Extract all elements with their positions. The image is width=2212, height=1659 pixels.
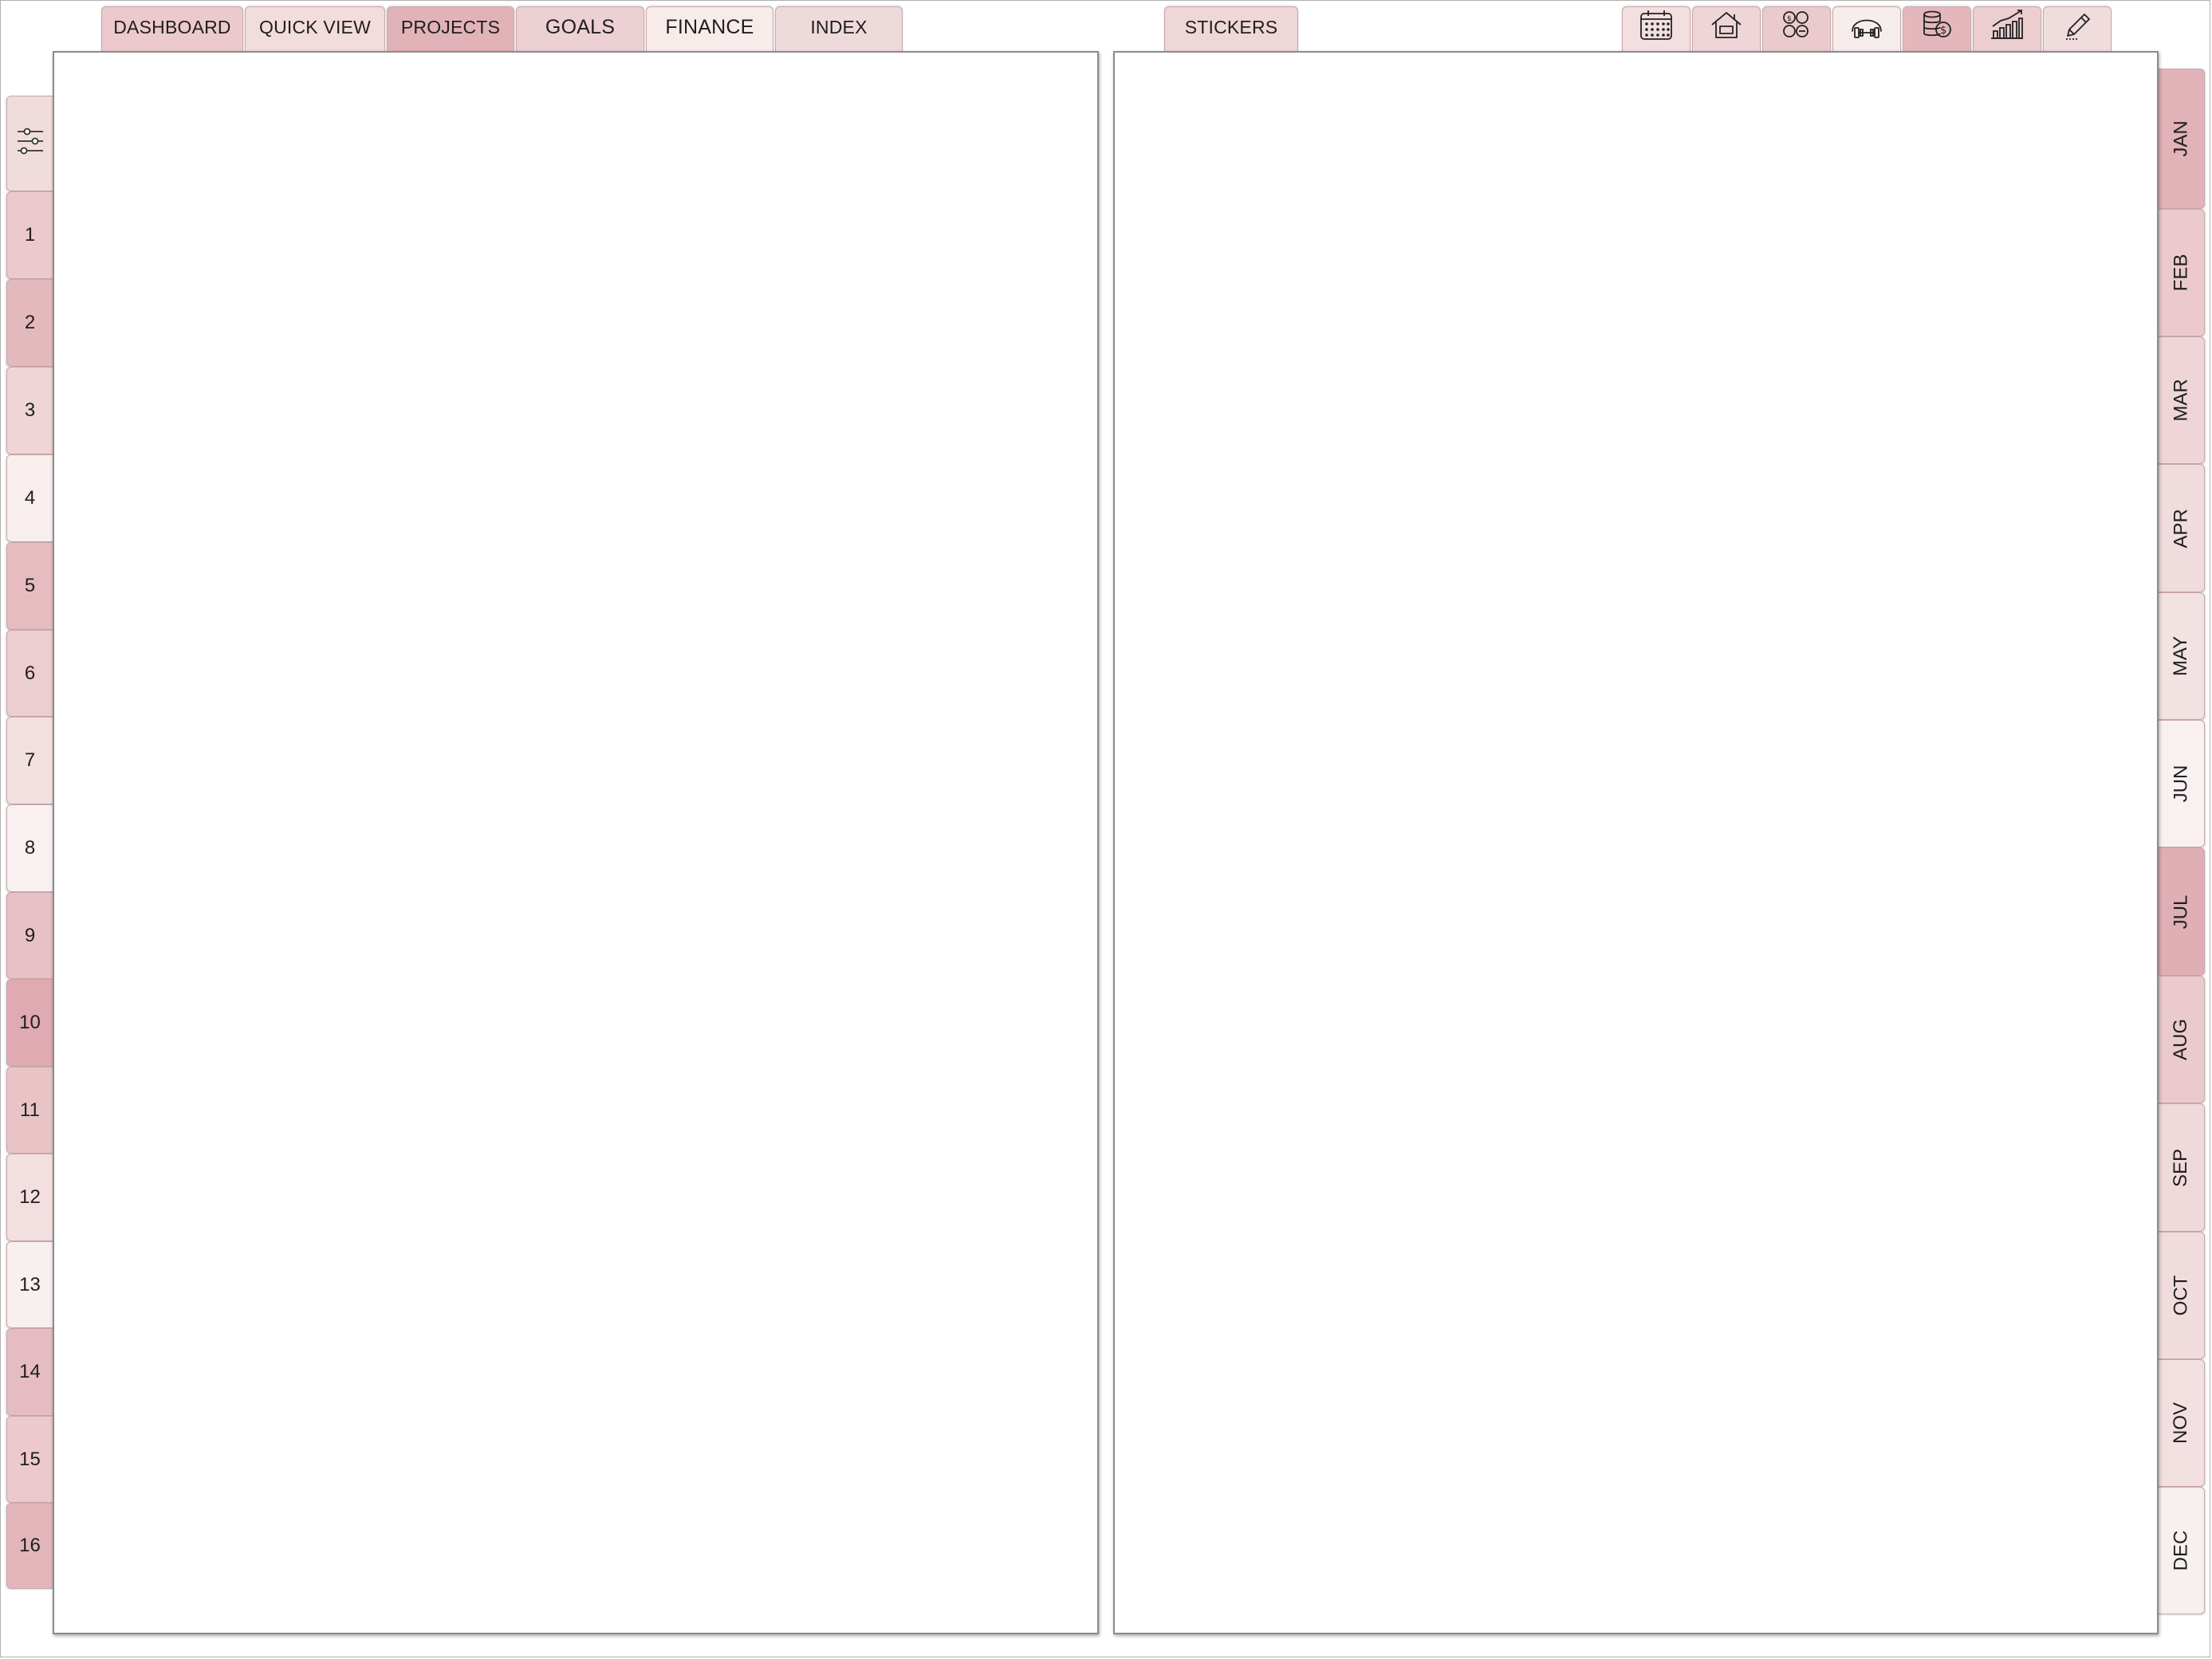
side-tab-8[interactable]: 8 — [6, 804, 53, 892]
month-tab-label: SEP — [2170, 1148, 2192, 1187]
month-tab-label: NOV — [2170, 1402, 2192, 1445]
side-tab-label: 7 — [24, 749, 36, 771]
month-tab-label: JUN — [2170, 765, 2192, 803]
growth-chart-icon — [1988, 9, 2026, 47]
month-tab-jul[interactable]: JUL — [2159, 847, 2205, 976]
month-tab-sep[interactable]: SEP — [2159, 1103, 2205, 1232]
month-tab-dec[interactable]: DEC — [2159, 1487, 2205, 1614]
side-tab-5[interactable]: 5 — [6, 542, 53, 630]
side-tab-9[interactable]: 9 — [6, 892, 53, 979]
fitness-icon — [1848, 14, 1886, 47]
month-tab-jun[interactable]: JUN — [2159, 720, 2205, 847]
tab-projects[interactable]: PROJECTS — [387, 6, 514, 53]
tab-money[interactable]: $ — [1903, 6, 1971, 53]
month-tab-label: DEC — [2170, 1530, 2192, 1571]
month-tab-label: OCT — [2170, 1275, 2192, 1316]
side-tab-label: 9 — [24, 924, 36, 946]
tab-dashboard[interactable]: DASHBOARD — [101, 6, 243, 53]
tab-label: GOALS — [545, 16, 616, 38]
side-tab-label: 4 — [24, 487, 36, 509]
month-tab-nov[interactable]: NOV — [2159, 1359, 2205, 1487]
side-tab-11[interactable]: 11 — [6, 1067, 53, 1154]
side-tab-15[interactable]: 15 — [6, 1416, 53, 1503]
side-tab-16[interactable]: 16 — [6, 1503, 53, 1589]
tab-goals[interactable]: GOALS — [516, 6, 644, 53]
side-tab-label: 3 — [24, 399, 36, 421]
side-tab-6[interactable]: 6 — [6, 630, 53, 717]
side-tab-label: 5 — [24, 575, 36, 596]
side-tab-label: 6 — [24, 662, 36, 684]
side-tab-12[interactable]: 12 — [6, 1154, 53, 1241]
calendar-icon — [1637, 10, 1675, 47]
side-tab-10[interactable]: 10 — [6, 979, 53, 1067]
side-tab-label: 1 — [24, 224, 36, 246]
right-page[interactable] — [1113, 51, 2159, 1634]
month-tab-label: JUL — [2170, 894, 2192, 929]
tab-notes[interactable] — [2043, 6, 2112, 53]
tab-quick-view[interactable]: QUICK VIEW — [245, 6, 385, 53]
tab-fitness[interactable] — [1832, 6, 1901, 53]
side-tab-label: 12 — [19, 1186, 41, 1208]
month-tab-label: MAY — [2170, 635, 2192, 677]
side-tab-14[interactable]: 14 — [6, 1328, 53, 1416]
side-tab-label: 14 — [19, 1361, 41, 1382]
side-tab-label: 11 — [20, 1099, 40, 1121]
side-tab-label: 8 — [24, 837, 36, 859]
month-tab-may[interactable]: MAY — [2159, 592, 2205, 720]
tab-index[interactable]: INDEX — [775, 6, 903, 53]
tab-label: QUICK VIEW — [258, 17, 371, 37]
month-tab-feb[interactable]: FEB — [2159, 209, 2205, 336]
tab-goals-icon[interactable]: $ — [1762, 6, 1831, 53]
side-tab-2[interactable]: 2 — [6, 279, 53, 367]
side-tab-1[interactable]: 1 — [6, 191, 53, 279]
side-tab-label: 13 — [19, 1273, 41, 1295]
sliders-icon — [15, 125, 45, 163]
tab-home[interactable] — [1692, 6, 1761, 53]
side-tab-3[interactable]: 3 — [6, 367, 53, 454]
side-tab-13[interactable]: 13 — [6, 1241, 53, 1328]
svg-text:$: $ — [1940, 25, 1946, 37]
tab-label: STICKERS — [1184, 17, 1278, 37]
svg-text:$: $ — [1787, 15, 1792, 23]
settings-tab[interactable] — [6, 96, 53, 191]
tab-stickers[interactable]: STICKERS — [1164, 6, 1298, 53]
side-tab-label: 10 — [19, 1012, 41, 1033]
month-tab-label: AUG — [2170, 1018, 2192, 1061]
tab-label: PROJECTS — [400, 17, 501, 37]
tab-label: INDEX — [810, 17, 868, 37]
money-icon: $ — [1918, 10, 1956, 47]
tab-label: DASHBOARD — [113, 17, 231, 37]
left-page[interactable] — [53, 51, 1099, 1634]
goals-icon: $ — [1777, 10, 1816, 47]
month-tab-oct[interactable]: OCT — [2159, 1232, 2205, 1359]
home-icon — [1707, 11, 1746, 47]
month-tab-label: JAN — [2170, 120, 2192, 157]
tab-calendar[interactable] — [1622, 6, 1690, 53]
month-tab-jan[interactable]: JAN — [2159, 69, 2205, 209]
month-tab-apr[interactable]: APR — [2159, 464, 2205, 592]
month-tab-aug[interactable]: AUG — [2159, 976, 2205, 1103]
tab-growth-chart[interactable] — [1973, 6, 2041, 53]
tab-finance[interactable]: FINANCE — [646, 6, 773, 53]
side-tab-7[interactable]: 7 — [6, 717, 53, 804]
month-tab-label: MAR — [2170, 379, 2192, 422]
side-tab-4[interactable]: 4 — [6, 454, 53, 542]
month-tab-label: FEB — [2170, 254, 2192, 292]
side-tab-label: 15 — [19, 1448, 41, 1470]
side-tab-label: 2 — [24, 312, 36, 333]
month-tab-label: APR — [2170, 508, 2192, 548]
month-tab-mar[interactable]: MAR — [2159, 336, 2205, 464]
tab-label: FINANCE — [665, 16, 754, 38]
pencil-icon — [2058, 13, 2096, 47]
side-tab-label: 16 — [19, 1535, 41, 1556]
